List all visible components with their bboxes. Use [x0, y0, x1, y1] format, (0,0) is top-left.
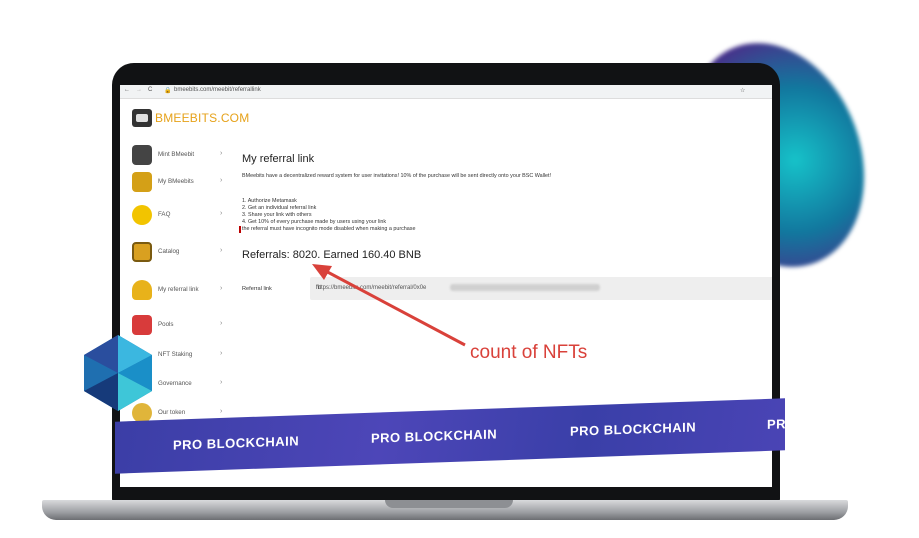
annotation-arrow — [312, 264, 466, 347]
annotation-label: count of NFTs — [470, 342, 588, 363]
